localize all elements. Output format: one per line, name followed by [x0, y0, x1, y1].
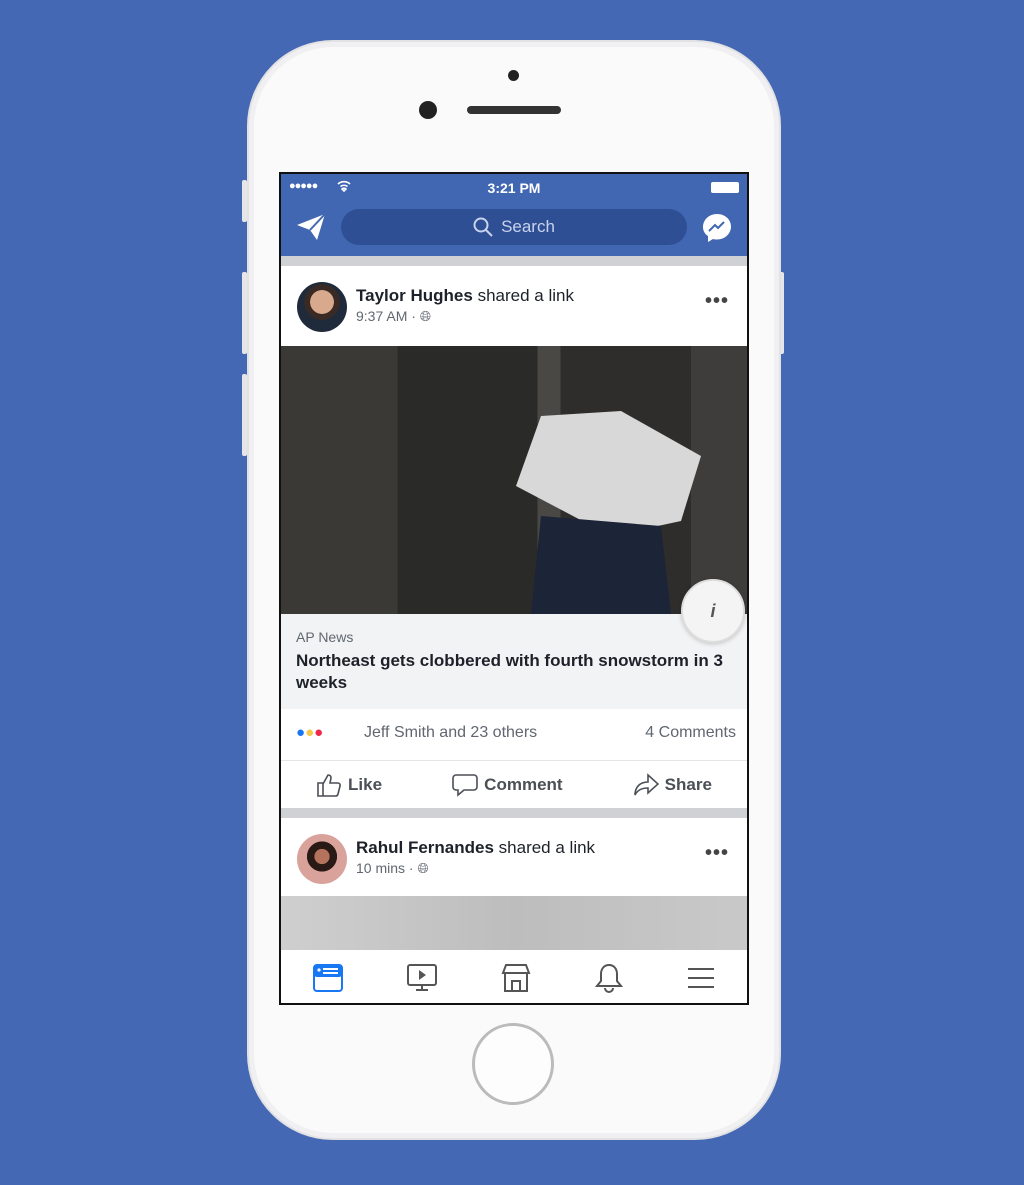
like-button[interactable]: Like: [316, 773, 382, 797]
top-bar: ●●●●● 3:21 PM Search: [281, 174, 747, 256]
post-time[interactable]: 10 mins ·: [356, 860, 414, 876]
like-label: Like: [348, 774, 383, 794]
avatar[interactable]: [297, 834, 347, 884]
share-icon: [633, 772, 659, 795]
link-source: AP News: [296, 629, 354, 645]
post-meta: 9:37 AM · 🌐︎: [356, 308, 431, 325]
status-time: 3:21 PM: [487, 180, 541, 196]
link-preview[interactable]: AP News Northeast gets clobbered with fo…: [281, 614, 747, 709]
home-button[interactable]: [472, 1023, 554, 1105]
comment-count[interactable]: 4 Comments: [645, 724, 736, 742]
share-label: Share: [664, 774, 712, 794]
post-action: shared a link: [498, 838, 596, 857]
messenger-icon[interactable]: [701, 212, 733, 244]
post-title: Taylor Hughes shared a link: [356, 286, 574, 306]
post-meta: 10 mins · 🌐︎: [356, 860, 429, 877]
search-placeholder: Search: [501, 217, 555, 236]
search-input[interactable]: Search: [341, 209, 687, 245]
link-image[interactable]: [281, 346, 747, 614]
marketplace-icon[interactable]: [501, 963, 531, 993]
feed-divider: [281, 808, 747, 818]
reaction-summary[interactable]: Jeff Smith and 23 others: [364, 724, 537, 742]
search-icon: [473, 217, 493, 237]
avatar[interactable]: [297, 282, 347, 332]
more-options-icon[interactable]: •••: [705, 290, 729, 313]
menu-icon[interactable]: [687, 967, 715, 989]
post-header: Taylor Hughes shared a link 9:37 AM · 🌐︎…: [281, 266, 747, 342]
feed-divider: [281, 256, 747, 266]
comment-button[interactable]: Comment: [452, 773, 563, 797]
author-name[interactable]: Rahul Fernandes: [356, 838, 494, 857]
umbrella-image: [516, 411, 701, 614]
link-title[interactable]: Northeast gets clobbered with fourth sno…: [296, 650, 736, 694]
info-icon[interactable]: i: [681, 579, 745, 643]
reaction-icons[interactable]: ●●●: [296, 724, 323, 741]
screen: ●●●●● 3:21 PM Search Taylor Hughes share…: [279, 172, 749, 1005]
battery-icon: [711, 182, 739, 193]
notifications-icon[interactable]: [595, 963, 623, 993]
thumbs-up-icon: [317, 773, 341, 797]
tab-bar: [281, 950, 747, 1003]
globe-icon: 🌐︎: [419, 308, 432, 324]
camera-send-icon[interactable]: [295, 212, 327, 242]
post-header: Rahul Fernandes shared a link 10 mins · …: [281, 818, 747, 894]
post-actions: Like Comment Share: [281, 760, 747, 808]
comment-icon: [452, 773, 478, 797]
front-camera: [419, 101, 437, 119]
news-feed-icon[interactable]: [313, 963, 343, 992]
speaker: [467, 106, 561, 114]
more-options-icon[interactable]: •••: [705, 842, 729, 865]
watch-icon[interactable]: [407, 963, 437, 992]
post-action: shared a link: [477, 286, 574, 305]
post-image[interactable]: [281, 896, 747, 950]
post-title: Rahul Fernandes shared a link: [356, 838, 595, 858]
comment-label: Comment: [484, 774, 563, 794]
globe-icon: 🌐︎: [417, 860, 429, 876]
sensor: [508, 70, 519, 81]
author-name[interactable]: Taylor Hughes: [356, 286, 473, 305]
share-button[interactable]: Share: [633, 772, 712, 797]
reactions-bar: ●●● Jeff Smith and 23 others 4 Comments: [296, 722, 736, 746]
post-time[interactable]: 9:37 AM ·: [356, 308, 416, 324]
